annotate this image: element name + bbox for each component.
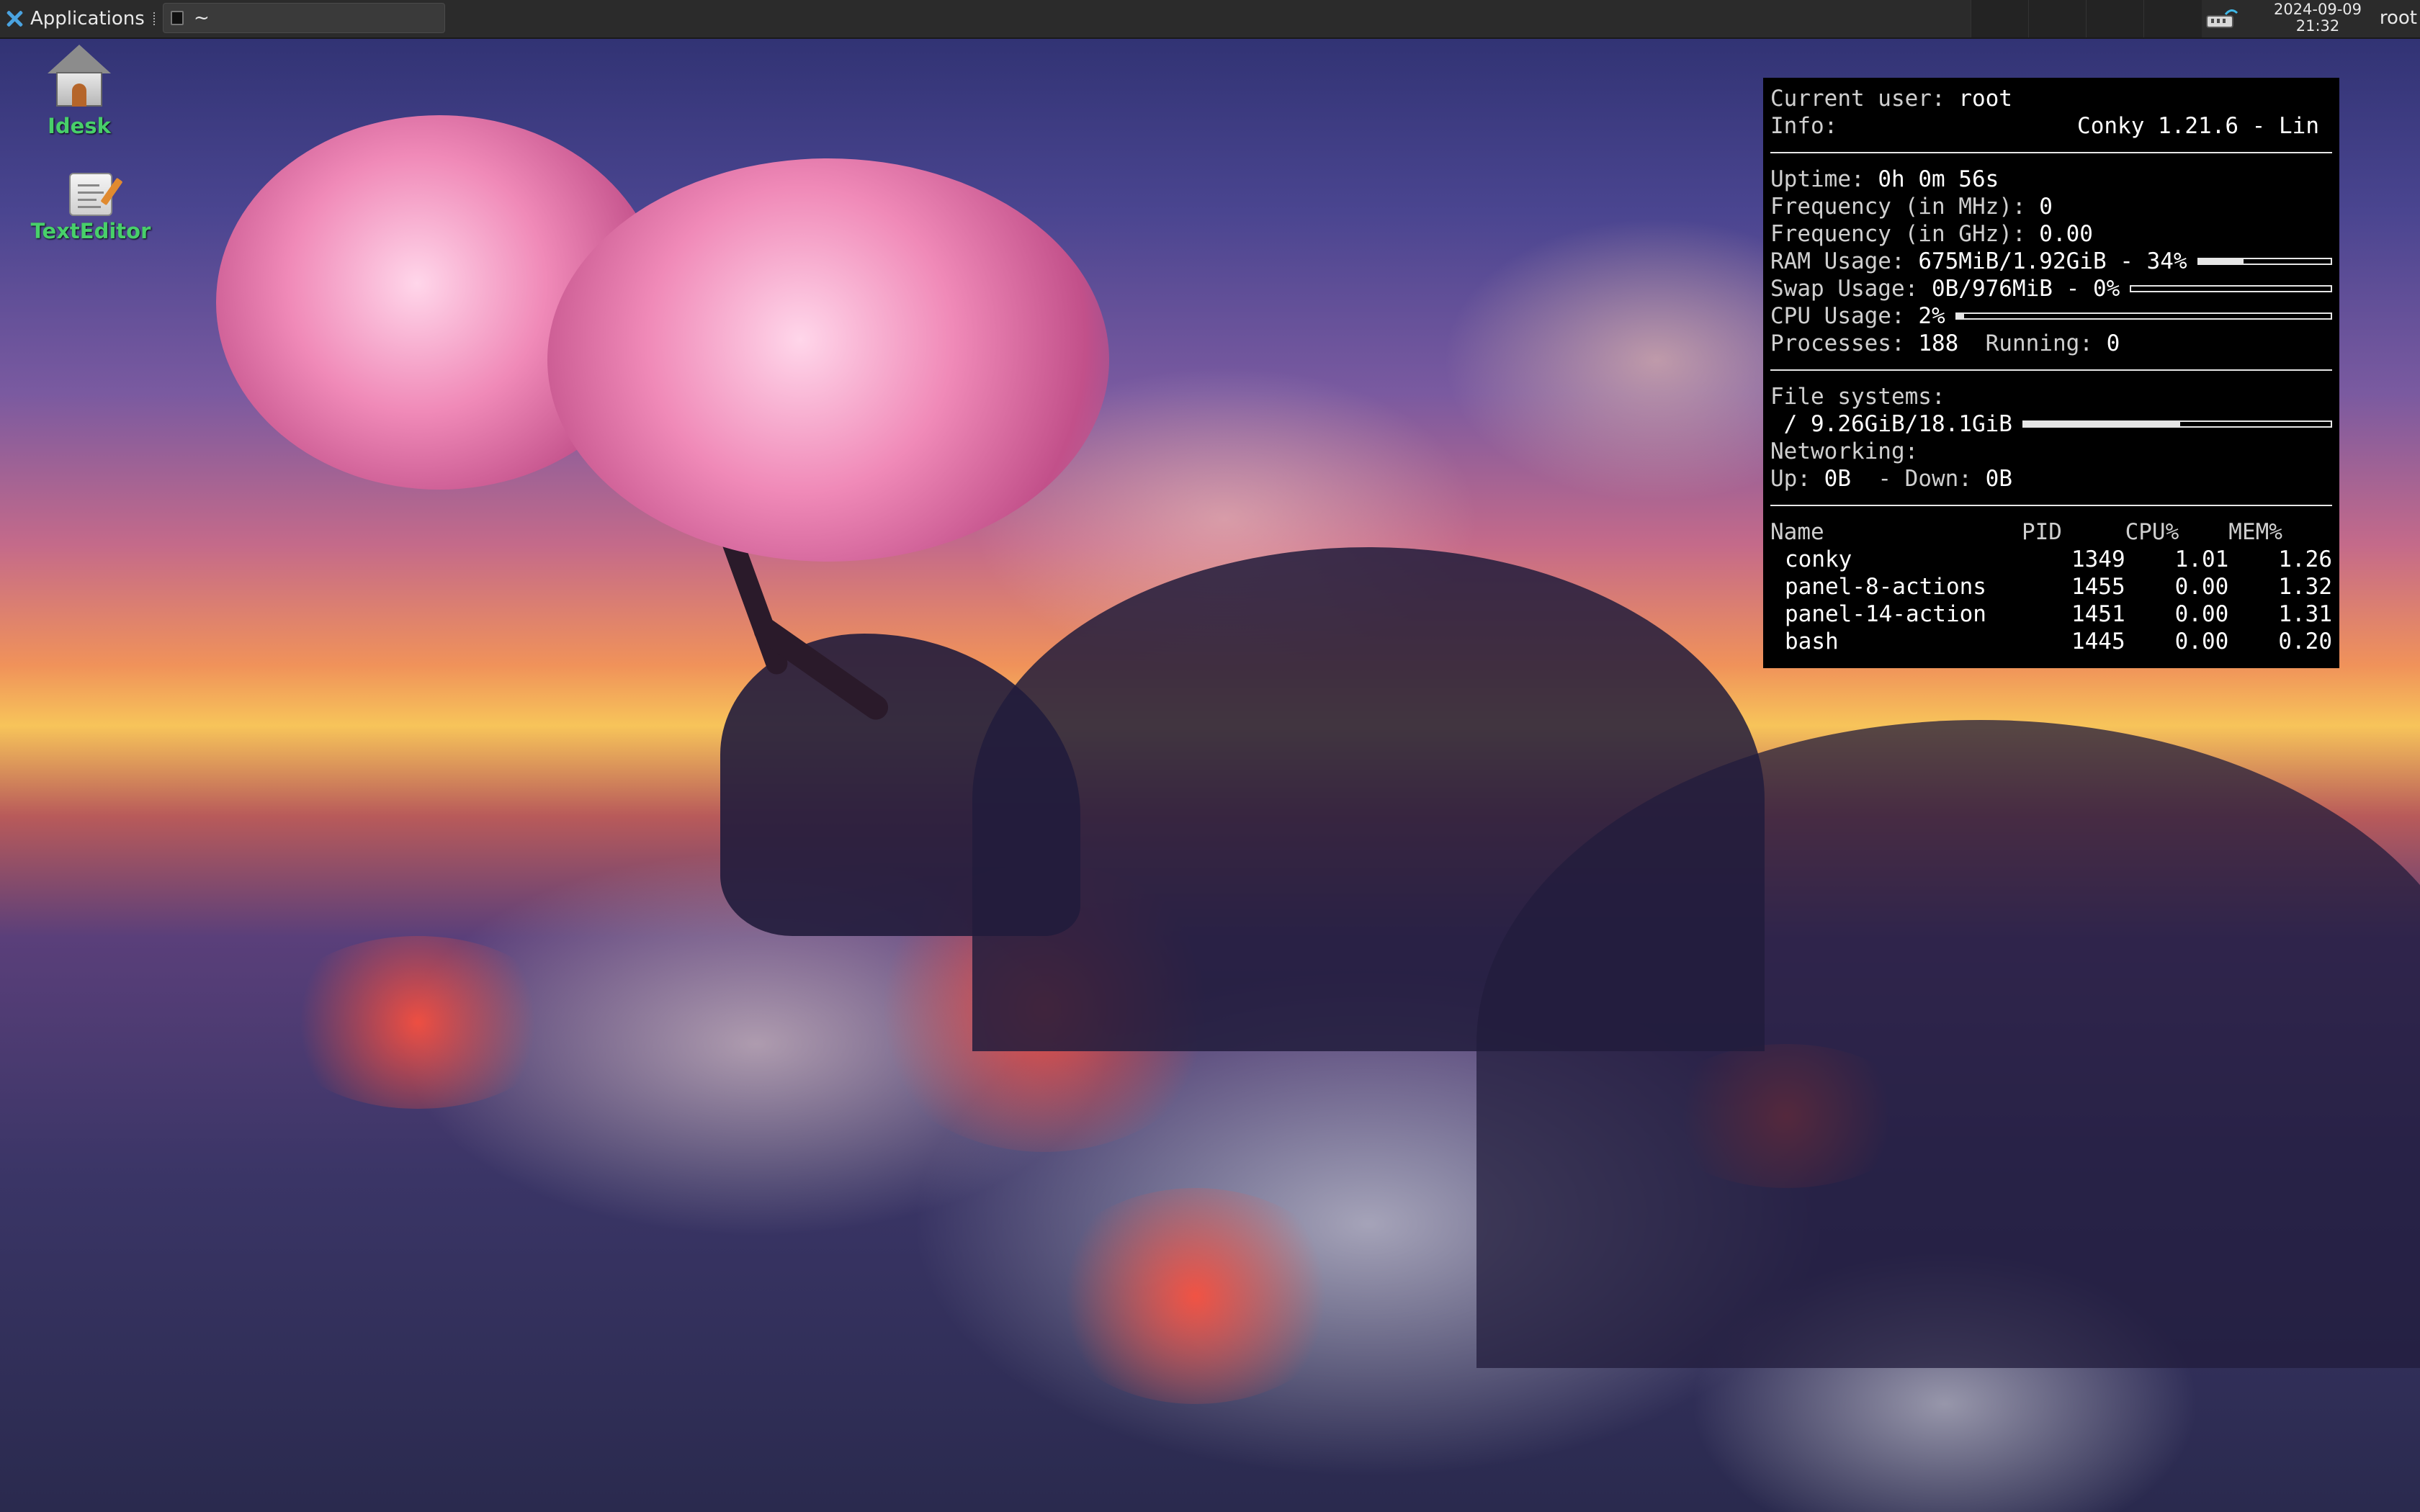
xfce-logo-icon bbox=[4, 9, 24, 29]
applications-label: Applications bbox=[30, 8, 145, 30]
column-header-cpu: CPU% bbox=[2125, 519, 2179, 545]
conky-up-value: 0B bbox=[1824, 466, 1851, 492]
taskbar-window-title: ~ bbox=[194, 7, 210, 29]
panel-separator bbox=[153, 12, 158, 25]
text-editor-icon bbox=[69, 173, 123, 216]
conky-fs-header: File systems: bbox=[1770, 384, 1945, 410]
conky-info-value: Conky 1.21.6 - Lin bbox=[2077, 113, 2319, 139]
column-header-name: Name bbox=[1770, 519, 1824, 545]
conky-divider bbox=[1770, 152, 2332, 153]
panel-clock[interactable]: 2024-09-09 21:32 bbox=[2267, 1, 2368, 35]
table-row: conky 1349 1.01 1.26 bbox=[1785, 546, 2332, 572]
conky-swap-bar bbox=[2130, 285, 2332, 292]
workspace-3-button[interactable] bbox=[2086, 0, 2144, 37]
workspace-2-button[interactable] bbox=[2028, 0, 2087, 37]
desktop-wallpaper: Applications ~ 2024-09-09 21:32 root Ide… bbox=[0, 0, 2420, 1512]
conky-freq-mhz-row: Frequency (in MHz): 0 bbox=[1770, 194, 2053, 220]
conky-freq-mhz: 0 bbox=[2039, 194, 2053, 220]
desktop-icon-idesk[interactable]: Idesk bbox=[7, 42, 151, 138]
conky-net-header: Networking: bbox=[1770, 438, 1919, 464]
table-row: panel-8-actions 1455 0.00 1.32 bbox=[1785, 574, 2332, 600]
table-row: bash 1445 0.00 0.20 bbox=[1785, 629, 2332, 654]
conky-fs-row: / 9.26GiB/18.1GiB bbox=[1770, 410, 2332, 438]
conky-swap-value: 0B/976MiB - 0% bbox=[1931, 276, 2120, 302]
desktop-icon-texteditor[interactable]: TextEditor bbox=[19, 173, 163, 243]
clock-date: 2024-09-09 bbox=[2273, 1, 2362, 18]
conky-net-row: Up: 0B - Down: 0B bbox=[1770, 466, 2012, 492]
terminal-icon bbox=[171, 11, 184, 25]
applications-menu-button[interactable]: Applications bbox=[4, 4, 158, 33]
conky-running: 0 bbox=[2106, 330, 2120, 356]
table-row: panel-14-action 1451 0.00 1.31 bbox=[1785, 601, 2332, 627]
workspace-1-button[interactable] bbox=[1971, 0, 2029, 37]
table-header-row: Name PID CPU% MEM% bbox=[1770, 518, 2332, 546]
conky-process-table: Name PID CPU% MEM% conky 1349 1.01 1.26 … bbox=[1770, 518, 2332, 655]
top-panel: Applications ~ 2024-09-09 21:32 root bbox=[0, 0, 2420, 39]
conky-cpu-row: CPU Usage: 2% bbox=[1770, 302, 2332, 330]
column-header-pid: PID bbox=[2021, 519, 2062, 545]
conky-uptime: 0h 0m 56s bbox=[1878, 166, 1999, 192]
panel-user-menu[interactable]: root bbox=[2380, 7, 2417, 29]
desktop-icon-label: TextEditor bbox=[30, 219, 151, 243]
conky-divider bbox=[1770, 505, 2332, 506]
conky-cpu-value: 2% bbox=[1918, 303, 1945, 329]
conky-processes-row: Processes: 188 Running: 0 bbox=[1770, 330, 2120, 356]
blossom-canopy bbox=[547, 158, 1109, 562]
conky-info-row: Info: Conky 1.21.6 - Lin bbox=[1770, 113, 2319, 139]
conky-divider bbox=[1770, 369, 2332, 371]
lava-glow bbox=[1044, 1188, 1347, 1404]
conky-swap-row: Swap Usage: 0B/976MiB - 0% bbox=[1770, 275, 2332, 302]
conky-ram-value: 675MiB/1.92GiB - 34% bbox=[1918, 248, 2187, 274]
conky-processes: 188 bbox=[1918, 330, 1959, 356]
conky-current-user-row: Current user: root bbox=[1770, 86, 2012, 112]
desktop-icon-label: Idesk bbox=[48, 114, 111, 138]
conky-system-monitor: Current user: root Info: Conky 1.21.6 - L… bbox=[1763, 78, 2339, 668]
conky-uptime-row: Uptime: 0h 0m 56s bbox=[1770, 166, 1999, 192]
workspace-4-button[interactable] bbox=[2143, 0, 2202, 37]
conky-freq-ghz: 0.00 bbox=[2039, 221, 2093, 247]
conky-current-user: root bbox=[1958, 86, 2012, 112]
conky-freq-ghz-row: Frequency (in GHz): 0.00 bbox=[1770, 221, 2093, 247]
taskbar-window-button[interactable]: ~ bbox=[163, 3, 445, 33]
lava-glow bbox=[274, 936, 562, 1109]
home-folder-icon bbox=[45, 42, 114, 111]
conky-ram-bar bbox=[2197, 258, 2332, 265]
conky-ram-row: RAM Usage: 675MiB/1.92GiB - 34% bbox=[1770, 248, 2332, 275]
network-tray-icon[interactable] bbox=[2204, 6, 2238, 32]
clock-time: 21:32 bbox=[2295, 17, 2340, 35]
conky-cpu-bar bbox=[1955, 312, 2332, 320]
conky-down-value: 0B bbox=[1985, 466, 2012, 492]
conky-fs-bar bbox=[2022, 420, 2332, 428]
column-header-mem: MEM% bbox=[2228, 519, 2282, 545]
conky-fs-value: / 9.26GiB/18.1GiB bbox=[1783, 411, 2012, 437]
